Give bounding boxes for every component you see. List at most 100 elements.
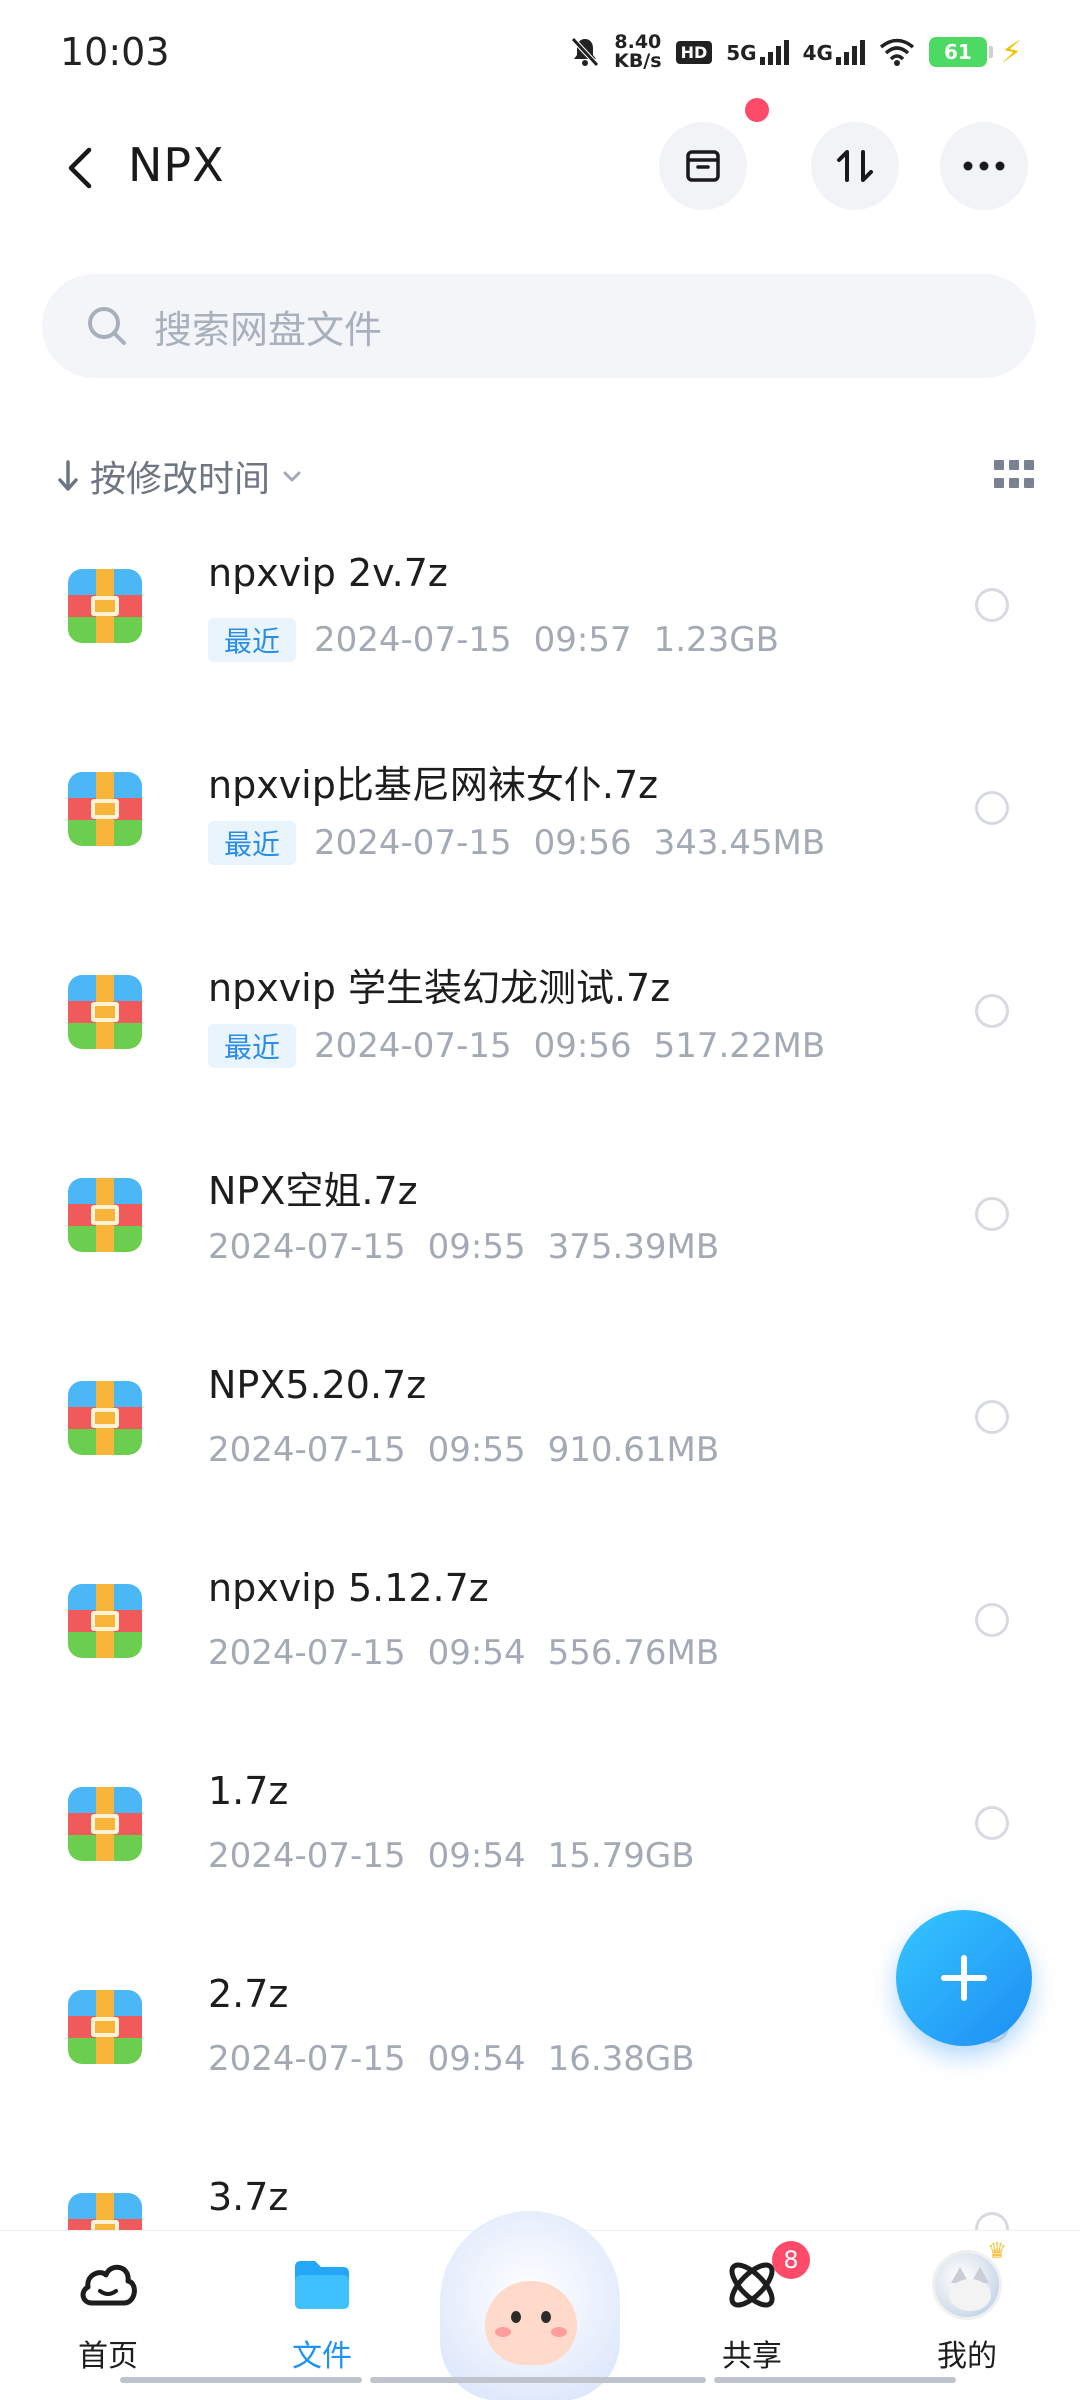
file-size: 16.38GB	[547, 2039, 695, 2079]
archive-file-icon	[68, 2193, 142, 2233]
battery-indicator: 61	[928, 37, 993, 67]
nav-home[interactable]: 首页	[38, 2249, 178, 2379]
notification-dot	[745, 98, 769, 122]
archive-file-icon	[68, 1990, 142, 2064]
select-checkbox[interactable]	[975, 1806, 1009, 1840]
net-speed: 8.40 KB/s	[614, 33, 661, 71]
transfer-button[interactable]	[811, 122, 899, 210]
page-title: NPX	[128, 138, 225, 192]
grid-view-button[interactable]	[994, 460, 1034, 490]
file-meta: 2024-07-15 09:54 16.38GB	[208, 2039, 695, 2079]
nav-share[interactable]: 8 共享	[682, 2241, 822, 2379]
sort-down-arrow-icon	[58, 460, 78, 491]
gesture-bar-segment	[714, 2377, 956, 2383]
select-checkbox[interactable]	[975, 588, 1009, 622]
cloud-icon	[72, 2249, 144, 2321]
gesture-bar-segment	[370, 2377, 706, 2383]
file-meta: 2024-07-15 09:55 375.39MB	[208, 1227, 719, 1267]
file-meta: 最近 2024-07-15 09:56 343.45MB	[208, 821, 825, 865]
bottom-navigation: 首页 文件 8 共享 ♛ 我的	[0, 2211, 1080, 2400]
file-date: 2024-07-15	[314, 620, 512, 660]
gesture-bar-segment	[120, 2377, 362, 2383]
charging-bolt-icon: ⚡	[1000, 34, 1022, 70]
archive-file-icon	[68, 569, 142, 643]
status-bar: 10:03 8.40 KB/s HD 5G 4G 61 ⚡	[0, 0, 1080, 100]
file-name: NPX5.20.7z	[208, 1363, 427, 1407]
archive-box-icon	[686, 150, 720, 182]
file-size: 910.61MB	[547, 1430, 720, 1470]
file-size: 556.76MB	[547, 1633, 720, 1673]
file-row[interactable]: 1.7z 2024-07-15 09:54 15.79GB	[0, 1741, 1080, 1944]
file-name: 1.7z	[208, 1769, 289, 1813]
file-row[interactable]: NPX5.20.7z 2024-07-15 09:55 910.61MB	[0, 1335, 1080, 1538]
archive-file-icon	[68, 1178, 142, 1252]
file-row[interactable]: npxvip 2v.7z 最近 2024-07-15 09:57 1.23GB	[0, 523, 1080, 726]
file-row[interactable]: npxvip 学生装幻龙测试.7z 最近 2024-07-15 09:56 517.22…	[0, 929, 1080, 1132]
header-bar: NPX	[0, 98, 1080, 218]
transfer-arrows-icon	[837, 150, 873, 182]
file-name: npxvip 5.12.7z	[208, 1566, 489, 1610]
file-date: 2024-07-15	[208, 1430, 406, 1470]
file-size: 343.45MB	[653, 823, 826, 863]
file-time: 09:56	[533, 823, 632, 863]
search-input[interactable]: 搜索网盘文件	[42, 274, 1036, 378]
file-meta: 2024-07-15 09:54 15.79GB	[208, 1836, 695, 1876]
back-button[interactable]	[48, 136, 112, 200]
file-time: 09:54	[427, 2039, 526, 2079]
nav-mine[interactable]: ♛ 我的	[897, 2239, 1037, 2379]
file-date: 2024-07-15	[208, 1633, 406, 1673]
archive-file-icon	[68, 1381, 142, 1455]
nav-share-label: 共享	[722, 2339, 782, 2374]
archive-button[interactable]	[659, 122, 747, 210]
more-dots-icon	[963, 161, 1005, 171]
sort-dropdown[interactable]: 按修改时间	[56, 450, 304, 502]
signal-bars-icon	[759, 39, 789, 65]
recent-badge: 最近	[208, 618, 297, 662]
select-checkbox[interactable]	[975, 994, 1009, 1028]
file-name: NPX空姐.7z	[208, 1169, 418, 1213]
file-name: npxvip 学生装幻龙测试.7z	[208, 966, 671, 1010]
share-count-badge: 8	[772, 2241, 810, 2279]
status-icons: 8.40 KB/s HD 5G 4G 61 ⚡	[570, 30, 1022, 74]
search-placeholder: 搜索网盘文件	[154, 307, 383, 352]
atom-share-icon: 8	[716, 2241, 810, 2321]
file-row[interactable]: npxvip比基尼网袜女仆.7z 最近 2024-07-15 09:56 343.45M…	[0, 726, 1080, 929]
recent-badge: 最近	[208, 821, 297, 865]
archive-file-icon	[68, 975, 142, 1049]
wifi-icon	[879, 38, 915, 66]
file-row[interactable]: NPX空姐.7z 2024-07-15 09:55 375.39MB	[0, 1132, 1080, 1335]
file-date: 2024-07-15	[208, 2039, 406, 2079]
mascot-button[interactable]	[440, 2211, 620, 2400]
chevron-down-icon	[283, 471, 301, 482]
sort-bar: 按修改时间	[0, 440, 1080, 510]
file-size: 1.23GB	[653, 620, 779, 660]
file-time: 09:54	[427, 1836, 526, 1876]
mute-bell-icon	[571, 37, 599, 67]
sim2-signal: 4G	[803, 39, 865, 65]
archive-file-icon	[68, 1787, 142, 1861]
select-checkbox[interactable]	[975, 791, 1009, 825]
sim1-signal: 5G	[726, 39, 789, 65]
sort-label: 按修改时间	[90, 459, 271, 500]
file-date: 2024-07-15	[314, 823, 512, 863]
select-checkbox[interactable]	[975, 1197, 1009, 1231]
file-row[interactable]: npxvip 5.12.7z 2024-07-15 09:54 556.76MB	[0, 1538, 1080, 1741]
file-size: 375.39MB	[547, 1227, 720, 1267]
file-time: 09:55	[427, 1227, 526, 1267]
sim2-label: 4G	[802, 41, 833, 65]
file-date: 2024-07-15	[208, 1227, 406, 1267]
archive-file-icon	[68, 772, 142, 846]
file-meta: 2024-07-15 09:55 910.61MB	[208, 1430, 719, 1470]
file-time: 09:55	[427, 1430, 526, 1470]
nav-files[interactable]: 文件	[252, 2249, 392, 2379]
sim1-label: 5G	[726, 41, 757, 65]
nav-mine-label: 我的	[937, 2339, 997, 2374]
archive-file-icon	[68, 1584, 142, 1658]
select-checkbox[interactable]	[975, 1603, 1009, 1637]
file-name: 2.7z	[208, 1972, 289, 2016]
user-avatar: ♛	[931, 2239, 1007, 2321]
select-checkbox[interactable]	[975, 1400, 1009, 1434]
add-fab-button[interactable]	[896, 1910, 1032, 2046]
grid-view-icon	[994, 460, 1004, 470]
more-button[interactable]	[940, 122, 1028, 210]
